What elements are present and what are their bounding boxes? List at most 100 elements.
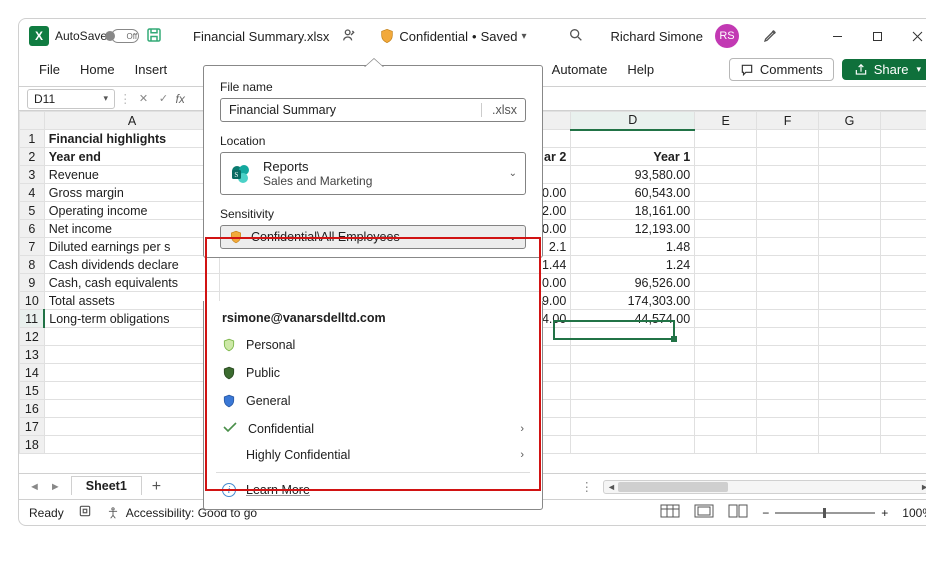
- col-header-E[interactable]: E: [695, 112, 757, 130]
- cell-A3[interactable]: Revenue: [44, 166, 220, 184]
- cell-D7[interactable]: 1.48: [571, 238, 695, 256]
- sensitivity-badge[interactable]: Confidential • Saved ▾: [379, 28, 526, 44]
- search-icon[interactable]: [568, 27, 584, 46]
- select-all-corner[interactable]: [20, 112, 45, 130]
- pen-icon[interactable]: [763, 27, 779, 46]
- sensitivity-text: Confidential: [399, 29, 468, 44]
- tab-help[interactable]: Help: [617, 58, 664, 81]
- cell-D5[interactable]: 18,161.00: [571, 202, 695, 220]
- name-box[interactable]: D11 ▾: [27, 89, 115, 109]
- shield-icon: [222, 365, 236, 381]
- sensitivity-menu: rsimone@vanarsdelltd.com Personal Public…: [203, 301, 543, 510]
- title-bar: X AutoSave Off Financial Summary.xlsx Co…: [19, 19, 926, 53]
- view-normal-icon[interactable]: [660, 504, 680, 521]
- cell-A10[interactable]: Total assets: [44, 292, 220, 310]
- location-label: Location: [220, 134, 526, 148]
- cell-A6[interactable]: Net income: [44, 220, 220, 238]
- sensitivity-learn-more[interactable]: i Learn More: [204, 477, 542, 503]
- shield-icon: [229, 229, 243, 245]
- sensitivity-item-highly[interactable]: Highly Confidential ›: [204, 442, 542, 468]
- filename-label: File name: [220, 80, 526, 94]
- sensitivity-item-general[interactable]: General: [204, 387, 542, 415]
- cancel-fx-icon[interactable]: ✕: [136, 91, 152, 107]
- zoom-level[interactable]: 100%: [902, 506, 926, 520]
- fx-label[interactable]: fx: [176, 92, 185, 106]
- col-header-A[interactable]: A: [44, 112, 220, 130]
- cell-D8[interactable]: 1.24: [571, 256, 695, 274]
- coauthor-icon[interactable]: [341, 27, 357, 46]
- check-icon: [222, 421, 238, 436]
- scroll-right-icon[interactable]: ►: [920, 482, 926, 492]
- chevron-down-icon[interactable]: ▾: [521, 31, 526, 42]
- cell-D11[interactable]: 44,574.00: [571, 310, 695, 328]
- shield-icon: [222, 393, 236, 409]
- status-ready: Ready: [29, 506, 64, 520]
- sheet-tab-active[interactable]: Sheet1: [71, 476, 142, 495]
- cell-A8[interactable]: Cash dividends declare: [44, 256, 220, 274]
- excel-logo-icon: X: [29, 26, 49, 46]
- accept-fx-icon[interactable]: ✓: [156, 91, 172, 107]
- filename-title[interactable]: Financial Summary.xlsx: [193, 29, 329, 44]
- cell-A9[interactable]: Cash, cash equivalents: [44, 274, 220, 292]
- tab-insert[interactable]: Insert: [125, 58, 178, 81]
- chevron-down-icon[interactable]: ▾: [916, 64, 921, 75]
- cell-A4[interactable]: Gross margin: [44, 184, 220, 202]
- sensitivity-item-personal[interactable]: Personal: [204, 331, 542, 359]
- sensitivity-account: rsimone@vanarsdelltd.com: [204, 305, 542, 331]
- fill-handle[interactable]: [671, 336, 677, 342]
- sensitivity-item-confidential[interactable]: Confidential ›: [204, 415, 542, 442]
- cell-D2[interactable]: Year 1: [571, 148, 695, 166]
- location-main: Reports: [263, 159, 372, 174]
- add-sheet-icon[interactable]: +: [152, 478, 161, 496]
- toggle-off-icon[interactable]: Off: [111, 29, 139, 43]
- share-button[interactable]: Share ▾: [842, 59, 926, 80]
- tab-file[interactable]: File: [29, 58, 70, 81]
- col-header-G[interactable]: G: [819, 112, 881, 130]
- window-controls: [817, 22, 926, 50]
- comments-button[interactable]: Comments: [729, 58, 834, 81]
- zoom-in-icon[interactable]: +: [881, 506, 888, 520]
- tab-automate[interactable]: Automate: [542, 58, 618, 81]
- view-pagebreak-icon[interactable]: [728, 504, 748, 521]
- cell-D9[interactable]: 96,526.00: [571, 274, 695, 292]
- cell-A5[interactable]: Operating income: [44, 202, 220, 220]
- chevron-down-icon[interactable]: ▾: [103, 93, 108, 104]
- cell-D6[interactable]: 12,193.00: [571, 220, 695, 238]
- save-icon[interactable]: [145, 26, 163, 47]
- minimize-button[interactable]: [817, 22, 857, 50]
- col-header-D[interactable]: D: [571, 112, 695, 130]
- cell-A2[interactable]: Year end: [44, 148, 220, 166]
- sensitivity-dropdown[interactable]: Confidential\All Employees ⌄: [220, 225, 526, 249]
- user-avatar[interactable]: RS: [715, 24, 739, 48]
- zoom-slider[interactable]: − +: [762, 506, 888, 520]
- horizontal-scrollbar[interactable]: ◄ ►: [603, 480, 926, 494]
- sensitivity-item-public[interactable]: Public: [204, 359, 542, 387]
- scroll-left-icon[interactable]: ◄: [607, 482, 616, 492]
- tab-home[interactable]: Home: [70, 58, 125, 81]
- sheet-prev-icon[interactable]: ◄: [29, 481, 40, 493]
- cell-D3[interactable]: 93,580.00: [571, 166, 695, 184]
- cell-D4[interactable]: 60,543.00: [571, 184, 695, 202]
- macro-icon[interactable]: [78, 504, 92, 521]
- sheet-next-icon[interactable]: ►: [50, 481, 61, 493]
- shield-icon: [222, 337, 236, 353]
- user-name[interactable]: Richard Simone: [610, 29, 703, 44]
- file-ext-dropdown[interactable]: .xlsx: [481, 103, 517, 117]
- cell-D10[interactable]: 174,303.00: [571, 292, 695, 310]
- maximize-button[interactable]: [857, 22, 897, 50]
- file-info-panel: File name Financial Summary .xlsx Locati…: [203, 65, 543, 258]
- cell-A7[interactable]: Diluted earnings per s: [44, 238, 220, 256]
- cell-A11[interactable]: Long-term obligations: [44, 310, 220, 328]
- chevron-down-icon[interactable]: ⌄: [509, 232, 517, 243]
- zoom-out-icon[interactable]: −: [762, 506, 769, 520]
- filename-input[interactable]: Financial Summary .xlsx: [220, 98, 526, 122]
- autosave-toggle[interactable]: AutoSave Off: [55, 29, 139, 43]
- chevron-down-icon[interactable]: ⌄: [509, 168, 517, 179]
- close-button[interactable]: [897, 22, 926, 50]
- location-picker[interactable]: S Reports Sales and Marketing ⌄: [220, 152, 526, 195]
- cell-A1[interactable]: Financial highlights: [44, 130, 220, 148]
- view-layout-icon[interactable]: [694, 504, 714, 521]
- col-header-F[interactable]: F: [757, 112, 819, 130]
- scroll-thumb[interactable]: [618, 482, 728, 492]
- divider: [216, 472, 530, 473]
